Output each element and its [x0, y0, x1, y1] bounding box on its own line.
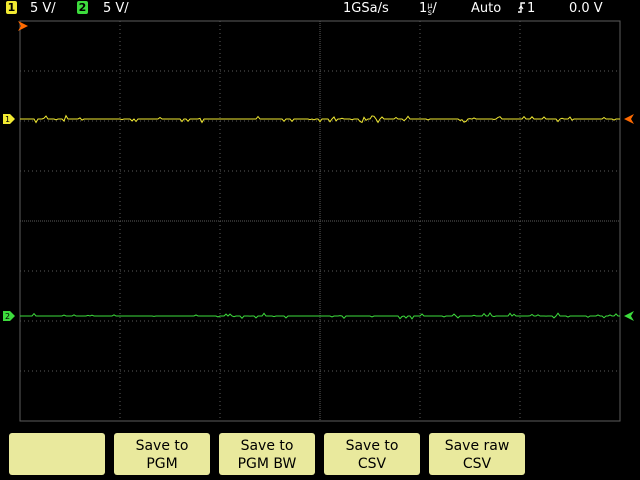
channel-1-scale[interactable]: 5 V/ — [30, 0, 56, 18]
softkey-1[interactable] — [9, 433, 105, 475]
sample-rate: 1GSa/s — [343, 1, 389, 16]
softkey-4-line1: Save to — [345, 437, 399, 454]
trigger-edge-icon — [518, 2, 525, 13]
softkey-2-line2: PGM — [146, 455, 178, 472]
channel-2-status[interactable]: 2 — [77, 0, 88, 18]
softkey-5-line2: CSV — [462, 455, 492, 472]
trigger-source[interactable]: 1 — [517, 0, 535, 18]
softkey-2-line1: Save to — [135, 437, 189, 454]
channel-2-scale[interactable]: 5 V/ — [103, 0, 129, 18]
channel-1-marker-label: 1 — [5, 115, 10, 124]
channel-2-badge: 2 — [77, 1, 88, 14]
channel-1-badge: 1 — [6, 1, 17, 14]
softkey-3-line1: Save to — [240, 437, 294, 454]
channel-1-ground-marker[interactable]: 1 — [3, 114, 15, 124]
graticule — [19, 20, 621, 422]
scope-screen: 1 2 — [3, 20, 634, 422]
channel-2-ground-marker[interactable]: 2 — [3, 311, 15, 321]
timebase-main: 1 — [419, 1, 428, 16]
save-to-pgm-button[interactable]: Save to PGM — [114, 433, 210, 475]
timebase[interactable]: 1µ s/ — [419, 0, 437, 18]
trigger-level[interactable]: 0.0 V — [569, 0, 603, 18]
save-to-pgm-bw-button[interactable]: Save to PGM BW — [219, 433, 315, 475]
status-bar: 1 5 V/ 2 5 V/ 1GSa/s 1µ s/ Auto 1 0.0 V — [0, 0, 640, 18]
save-to-csv-button[interactable]: Save to CSV — [324, 433, 420, 475]
trigger-source-channel: 1 — [527, 1, 536, 16]
softkey-5-line1: Save raw — [444, 437, 510, 454]
softkey-3-line2: PGM BW — [237, 455, 297, 472]
channel-1-status[interactable]: 1 — [6, 0, 17, 18]
channel-2-marker-label: 2 — [5, 312, 10, 321]
trigger-level-marker[interactable] — [624, 114, 634, 124]
save-raw-csv-button[interactable]: Save raw CSV — [429, 433, 525, 475]
softkey-bar: Save to PGM Save to PGM BW Save to CSV S… — [0, 424, 640, 480]
softkey-4-line2: CSV — [357, 455, 387, 472]
timebase-suffix: / — [432, 1, 437, 16]
trigger-mode[interactable]: Auto — [471, 0, 501, 18]
channel-2-right-marker — [624, 311, 634, 321]
